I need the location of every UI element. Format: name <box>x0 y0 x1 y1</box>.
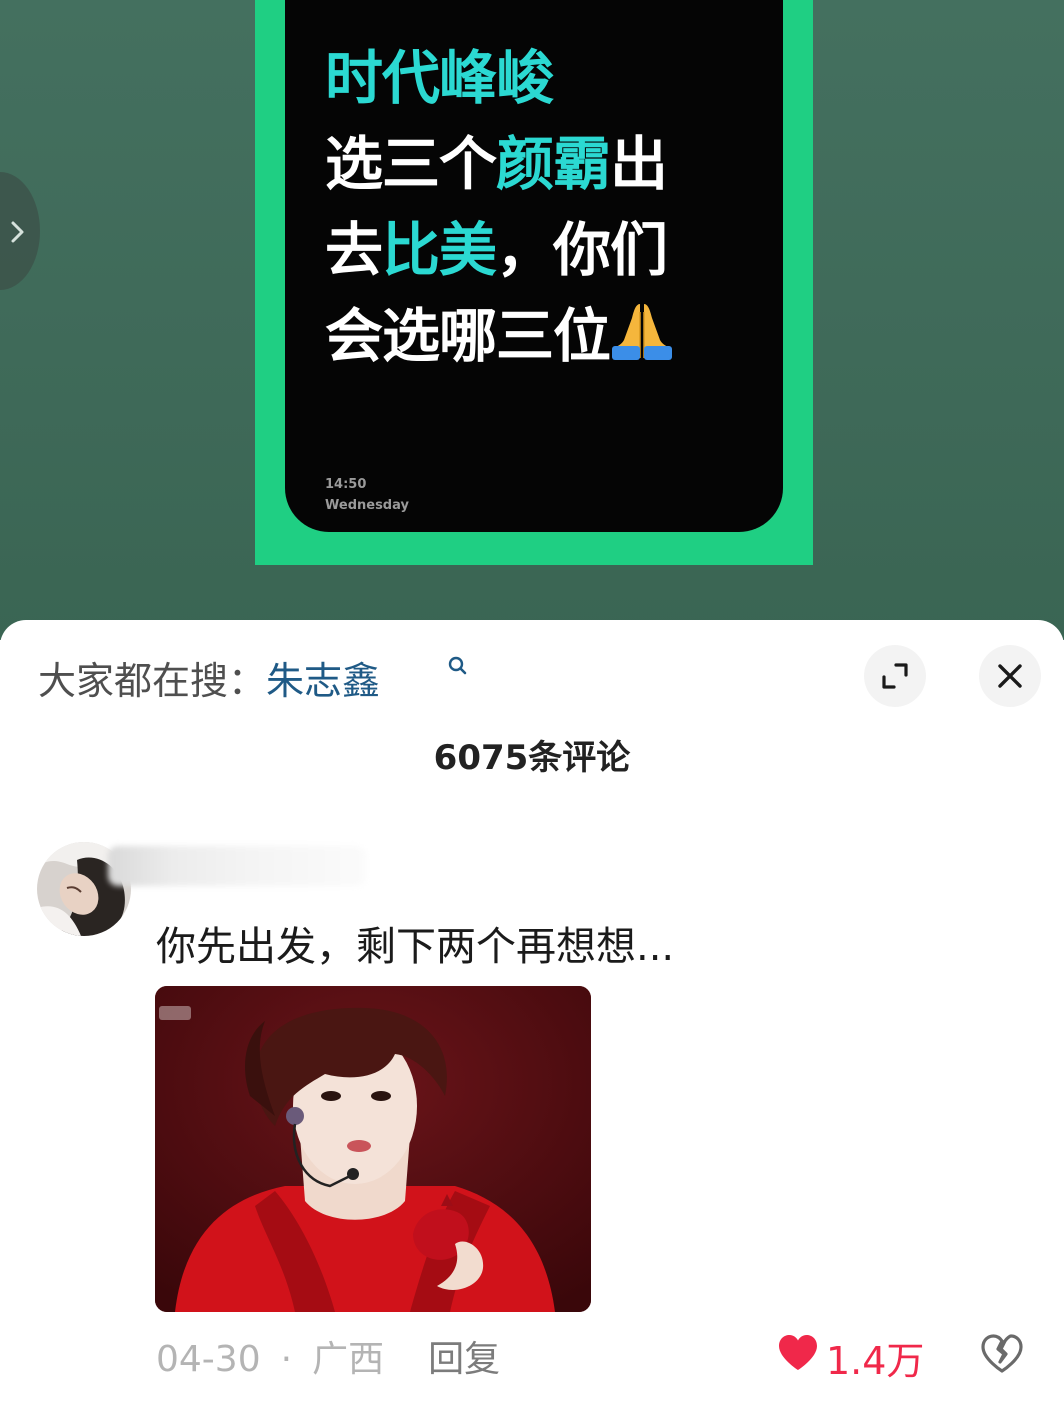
comment-count: 6075条评论 <box>433 738 631 778</box>
poster-line-1: 时代峰峻 <box>325 44 554 112</box>
reply-button[interactable]: 回复 <box>428 1330 500 1382</box>
clock-day: Wednesday <box>325 498 409 513</box>
close-button[interactable] <box>979 645 1041 707</box>
chevron-right-icon <box>11 221 24 243</box>
trending-search[interactable]: 大家都在搜：朱志鑫 <box>38 650 380 705</box>
comment-text: 你先出发，剩下两个再想想... <box>156 924 675 970</box>
poster-line-2: 选三个颜霸出 <box>325 130 668 198</box>
username-redacted <box>108 846 366 886</box>
meta-separator: · <box>280 1339 293 1380</box>
trending-search-term[interactable]: 朱志鑫 <box>266 659 380 703</box>
clock-time: 14:50 <box>325 477 367 492</box>
comment-image[interactable] <box>155 986 591 1312</box>
folded-hands-icon <box>612 304 673 360</box>
expand-button[interactable] <box>864 645 926 707</box>
expand-icon <box>882 663 908 689</box>
video-player[interactable]: 时代峰峻 选三个颜霸出 去比美，你们 会选哪三位 14:50 Wednesday <box>0 0 1064 640</box>
search-icon <box>448 656 467 675</box>
phone-screenshot: 时代峰峻 选三个颜霸出 去比美，你们 会选哪三位 14:50 Wednesday <box>285 0 783 532</box>
like-count: 1.4万 <box>826 1339 925 1383</box>
comment-sheet: 大家都在搜：朱志鑫 6075条评论 你先出发，剩下两个再想想... 04-30 … <box>0 620 1064 1419</box>
poster-text: 时代峰峻 选三个颜霸出 去比美，你们 会选哪三位 <box>325 35 674 379</box>
broken-heart-icon[interactable] <box>980 1334 1024 1374</box>
comment-image-art <box>155 986 591 1312</box>
phone-clock: 14:50 Wednesday <box>325 474 409 516</box>
close-icon <box>998 664 1022 688</box>
previous-content-button[interactable] <box>0 172 40 290</box>
poster-frame: 时代峰峻 选三个颜霸出 去比美，你们 会选哪三位 14:50 Wednesday <box>255 0 813 565</box>
comment-meta: 04-30 · 广西 回复 <box>156 1330 500 1382</box>
poster-line-3: 去比美，你们 <box>325 216 668 284</box>
heart-icon[interactable] <box>777 1334 819 1372</box>
poster-line-4: 会选哪三位 <box>325 293 674 379</box>
comment-date: 04-30 <box>156 1339 261 1380</box>
trending-search-prefix: 大家都在搜： <box>38 659 267 703</box>
comment-location: 广西 <box>312 1339 385 1380</box>
